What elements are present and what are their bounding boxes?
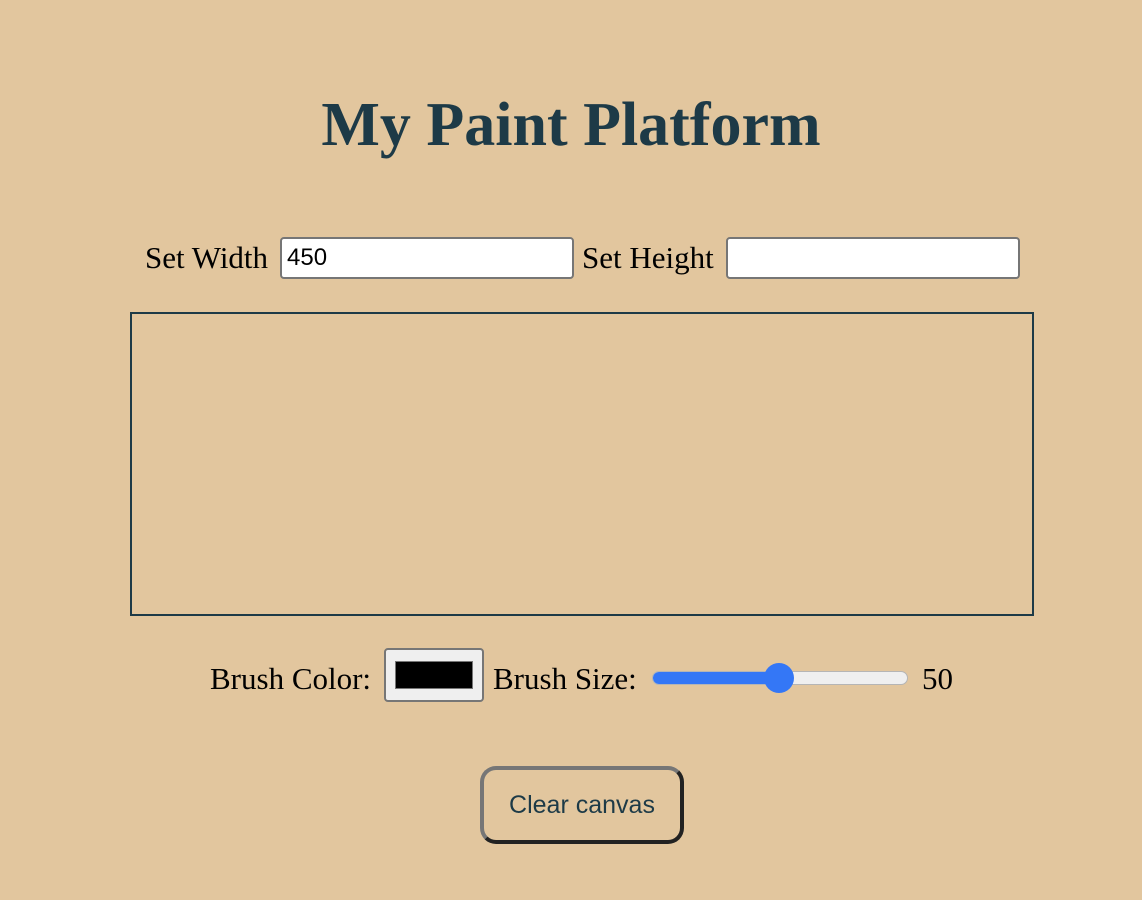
height-label: Set Height: [582, 240, 714, 275]
brush-size-label: Brush Size:: [493, 661, 637, 696]
slider-thumb[interactable]: [763, 663, 794, 693]
width-label: Set Width: [145, 240, 269, 275]
brush-controls: Brush Color: Brush Size: 50: [0, 648, 1142, 704]
height-input[interactable]: [726, 237, 1020, 279]
brush-size-slider[interactable]: [652, 663, 910, 693]
slider-fill: [653, 672, 780, 684]
width-input[interactable]: [280, 237, 574, 279]
page-title: My Paint Platform: [321, 91, 821, 159]
brush-size-value: 50: [922, 661, 953, 696]
drawing-canvas[interactable]: [130, 312, 1034, 616]
canvas-size-controls: Set Width Set Height: [0, 237, 1142, 279]
brush-color-picker[interactable]: [384, 648, 484, 702]
brush-color-label: Brush Color:: [210, 661, 372, 696]
brush-color-swatch: [395, 661, 473, 689]
clear-canvas-button[interactable]: Clear canvas: [480, 766, 684, 844]
